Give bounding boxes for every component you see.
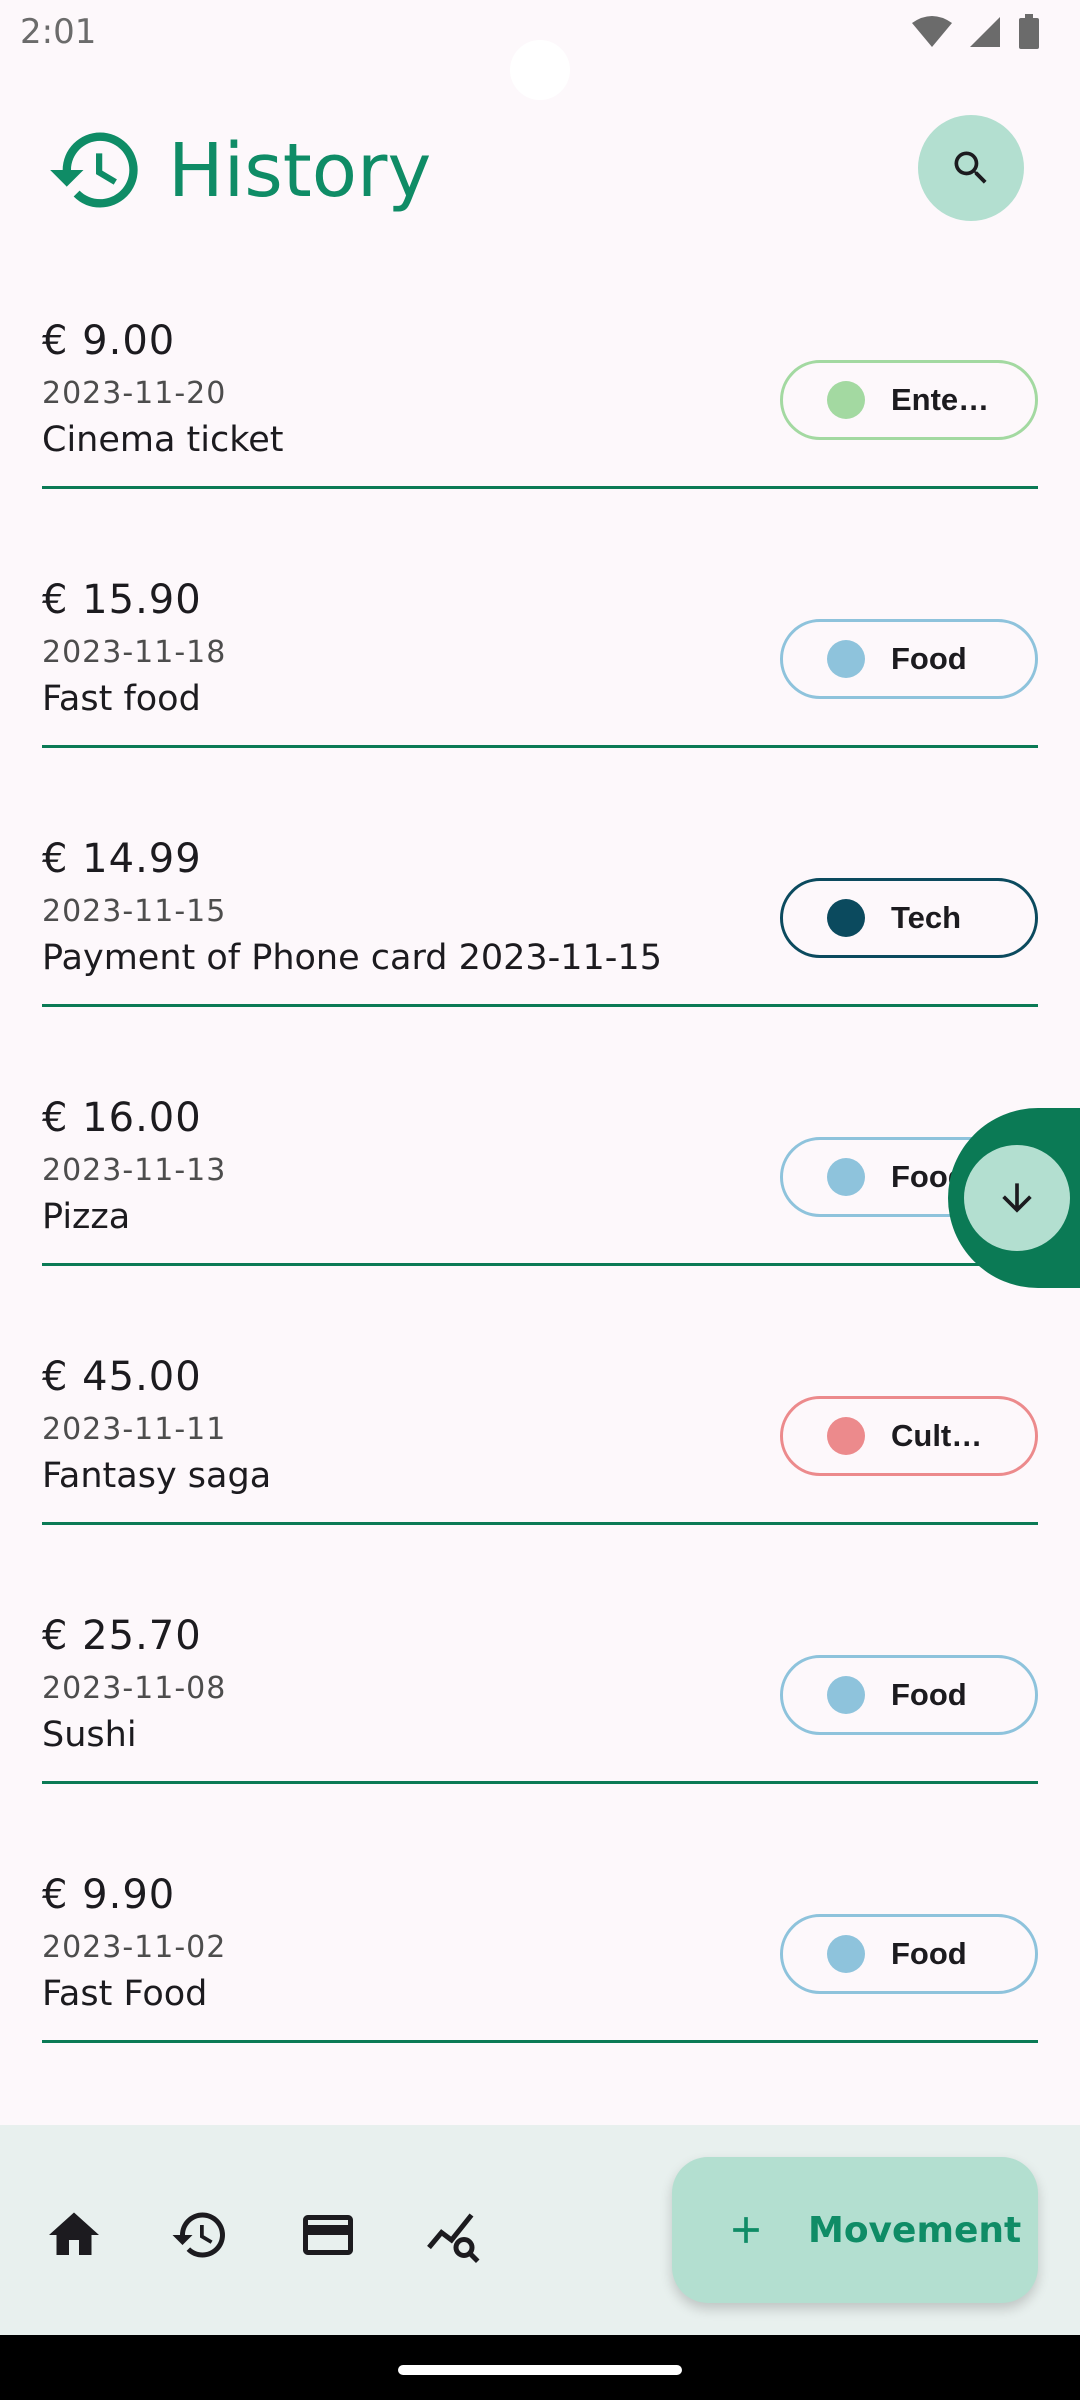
category-chip[interactable]: Food xyxy=(780,1655,1038,1735)
date: 2023-11-08 xyxy=(42,1671,227,1706)
arrow-down-icon xyxy=(1002,1183,1032,1213)
analytics-search-icon[interactable] xyxy=(424,2205,484,2265)
category-chip[interactable]: Food xyxy=(780,1914,1038,1994)
search-button[interactable] xyxy=(918,115,1024,221)
category-color-dot xyxy=(827,1935,865,1973)
search-icon xyxy=(954,151,987,184)
category-chip[interactable]: Cult… xyxy=(780,1396,1038,1476)
divider xyxy=(42,1522,1038,1525)
description: Fantasy saga xyxy=(42,1456,272,1496)
date: 2023-11-20 xyxy=(42,376,227,411)
category-label: Food xyxy=(891,1936,967,1971)
category-chip[interactable]: Tech xyxy=(780,878,1038,958)
amount: € 25.70 xyxy=(42,1613,202,1659)
description: Fast Food xyxy=(42,1974,208,2014)
description: Sushi xyxy=(42,1715,137,1755)
transaction-row[interactable]: € 45.00 2023-11-11 Fantasy saga Cult… xyxy=(0,1306,1080,1565)
wifi-icon xyxy=(912,16,952,47)
gesture-bar xyxy=(0,2335,1080,2400)
page-title: History xyxy=(168,128,432,214)
add-movement-button[interactable]: Movement xyxy=(672,2157,1038,2303)
divider xyxy=(42,1781,1038,1784)
category-chip[interactable]: Food xyxy=(780,619,1038,699)
category-label: Food xyxy=(891,641,967,676)
category-color-dot xyxy=(827,1676,865,1714)
header: History xyxy=(0,110,1080,230)
transaction-list[interactable]: € 9.00 2023-11-20 Cinema ticket Ente… € … xyxy=(0,270,1080,2083)
category-label: Food xyxy=(891,1677,967,1712)
date: 2023-11-11 xyxy=(42,1412,227,1447)
status-time: 2:01 xyxy=(20,12,97,52)
amount: € 16.00 xyxy=(42,1095,202,1141)
description: Fast food xyxy=(42,679,201,719)
history-icon[interactable] xyxy=(170,2205,230,2265)
date: 2023-11-13 xyxy=(42,1153,227,1188)
description: Cinema ticket xyxy=(42,420,284,460)
category-color-dot xyxy=(827,899,865,937)
divider xyxy=(42,1263,1038,1266)
date: 2023-11-02 xyxy=(42,1930,227,1965)
description: Payment of Phone card 2023-11-15 xyxy=(42,938,662,978)
battery-icon xyxy=(1019,14,1039,49)
signal-icon xyxy=(970,17,1000,47)
transaction-row[interactable]: € 9.00 2023-11-20 Cinema ticket Ente… xyxy=(0,270,1080,529)
amount: € 14.99 xyxy=(42,836,202,882)
category-color-dot xyxy=(827,640,865,678)
category-color-dot xyxy=(827,381,865,419)
add-movement-label: Movement xyxy=(808,2209,1022,2251)
amount: € 9.90 xyxy=(42,1872,176,1918)
home-indicator[interactable] xyxy=(398,2365,682,2375)
camera-cutout xyxy=(510,40,570,100)
amount: € 9.00 xyxy=(42,318,176,364)
scroll-down-button[interactable] xyxy=(964,1145,1070,1251)
amount: € 45.00 xyxy=(42,1354,202,1400)
divider xyxy=(42,486,1038,489)
credit-card-icon[interactable] xyxy=(298,2205,358,2265)
date: 2023-11-18 xyxy=(42,635,227,670)
divider xyxy=(42,745,1038,748)
category-label: Ente… xyxy=(891,382,990,417)
category-label: Cult… xyxy=(891,1418,983,1453)
category-chip[interactable]: Ente… xyxy=(780,360,1038,440)
amount: € 15.90 xyxy=(42,577,202,623)
status-icons xyxy=(912,14,1040,50)
plus-icon xyxy=(733,2217,759,2243)
date: 2023-11-15 xyxy=(42,894,227,929)
category-label: Tech xyxy=(891,900,962,935)
bottom-app-bar: Movement xyxy=(0,2125,1080,2335)
transaction-row[interactable]: € 9.90 2023-11-02 Fast Food Food xyxy=(0,1824,1080,2083)
category-color-dot xyxy=(827,1158,865,1196)
divider xyxy=(42,2040,1038,2043)
transaction-row[interactable]: € 15.90 2023-11-18 Fast food Food xyxy=(0,529,1080,788)
description: Pizza xyxy=(42,1197,131,1237)
transaction-row[interactable]: € 16.00 2023-11-13 Pizza Food xyxy=(0,1047,1080,1306)
divider xyxy=(42,1004,1038,1007)
transaction-row[interactable]: € 14.99 2023-11-15 Payment of Phone card… xyxy=(0,788,1080,1047)
category-color-dot xyxy=(827,1417,865,1455)
history-icon xyxy=(50,132,138,208)
home-icon[interactable] xyxy=(44,2205,104,2265)
transaction-row[interactable]: € 25.70 2023-11-08 Sushi Food xyxy=(0,1565,1080,1824)
